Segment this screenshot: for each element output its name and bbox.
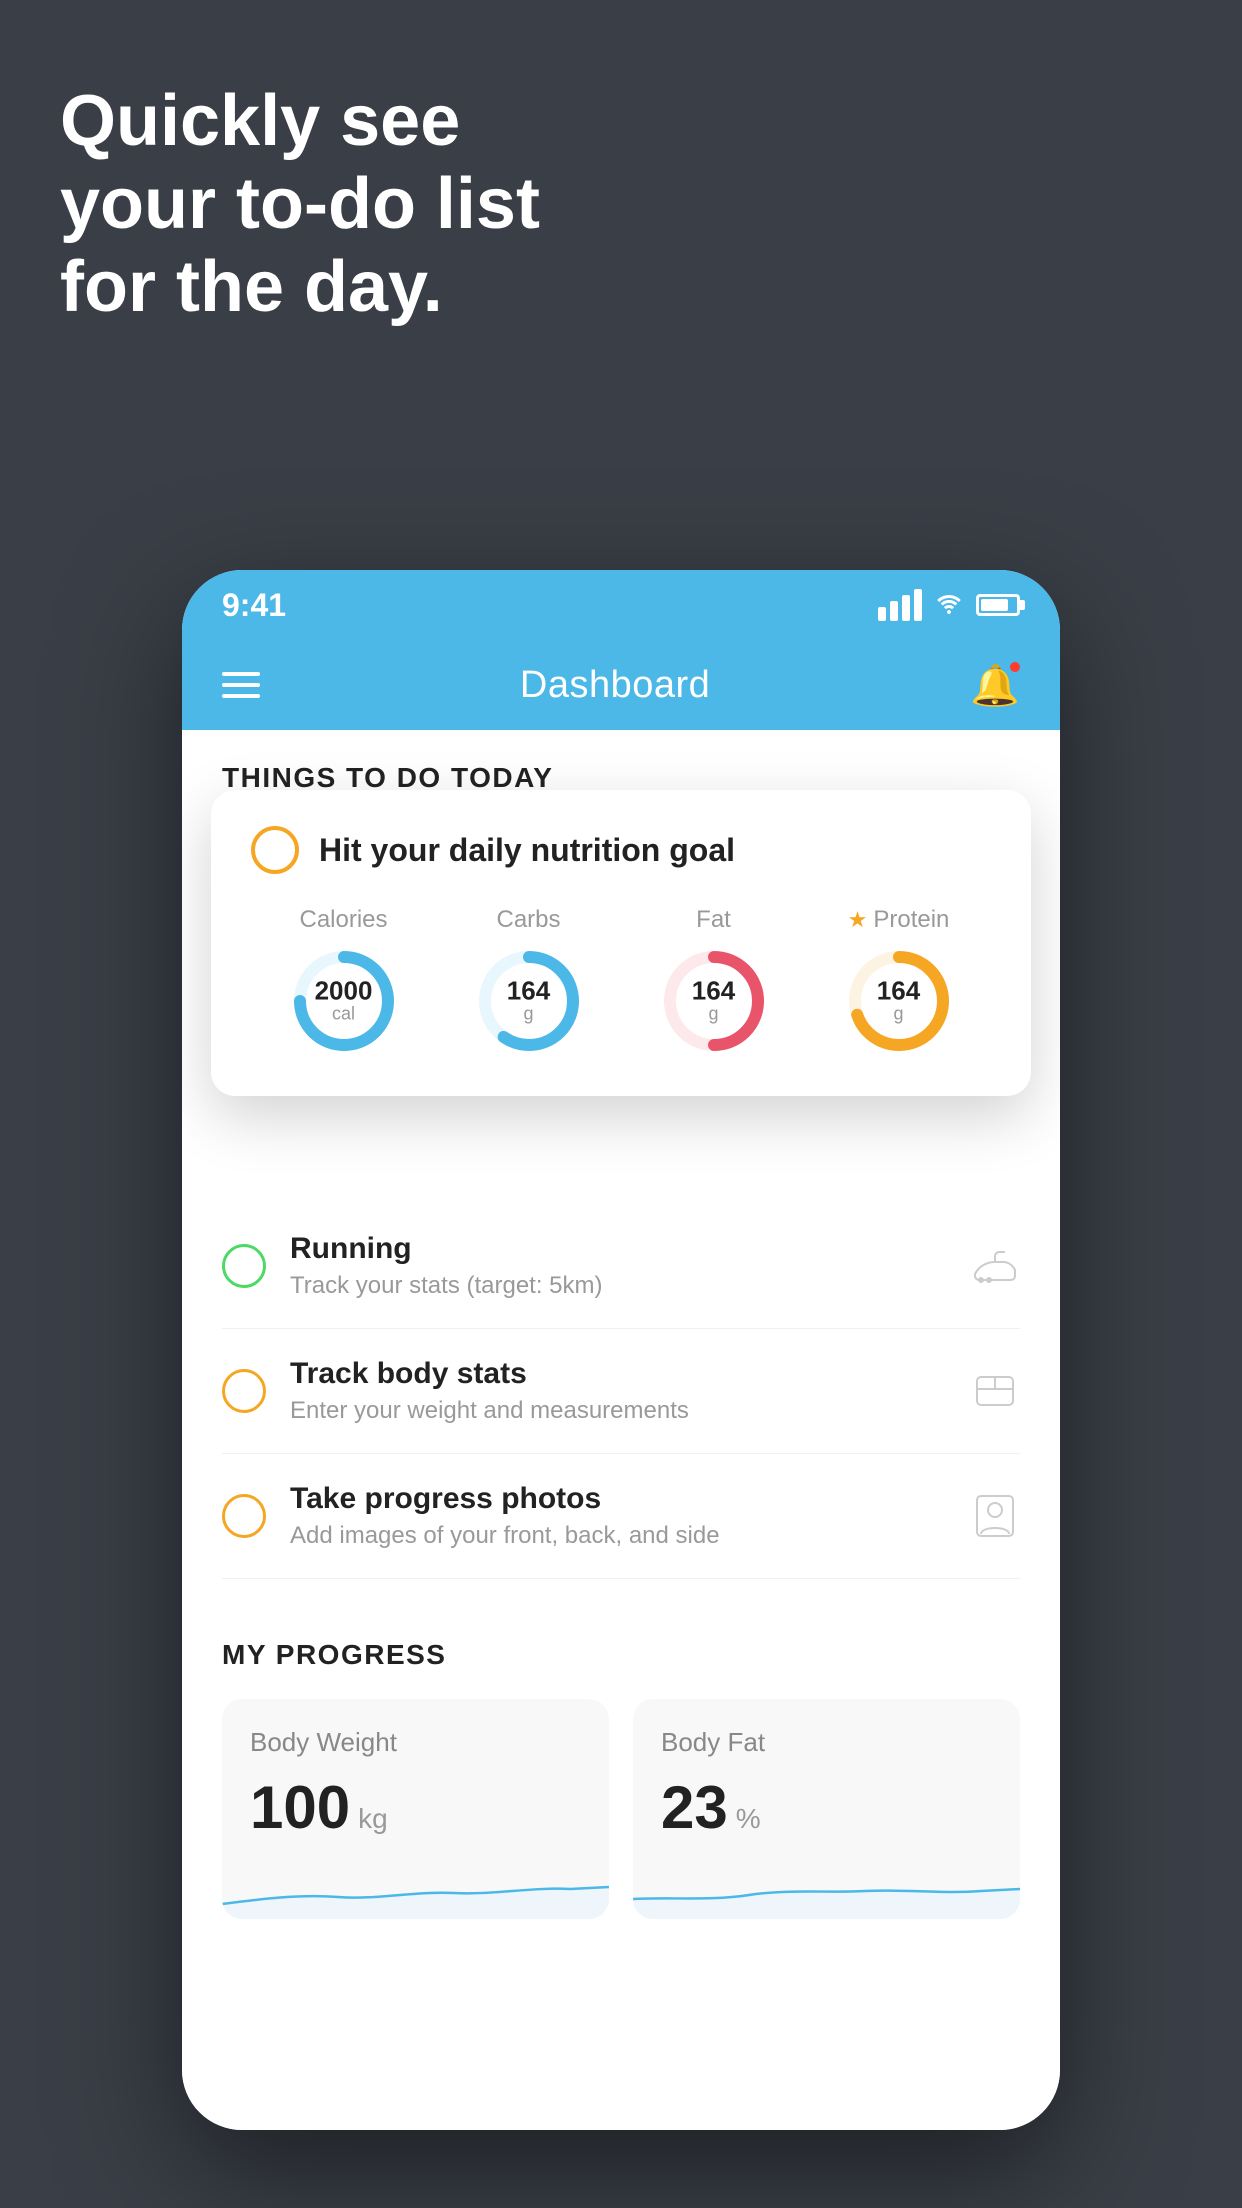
wifi-icon — [934, 590, 964, 621]
progress-section: MY PROGRESS Body Weight 100 kg — [182, 1579, 1060, 1919]
todo-subtitle-photos: Add images of your front, back, and side — [290, 1522, 946, 1550]
todo-title-running: Running — [290, 1232, 946, 1266]
phone-shell: 9:41 Dashboard 🔔 — [182, 570, 1060, 2130]
status-icons — [878, 589, 1020, 621]
todo-text-running: Running Track your stats (target: 5km) — [290, 1232, 946, 1300]
todo-circle-running — [222, 1244, 266, 1288]
body-fat-unit: % — [736, 1803, 761, 1835]
todo-circle-body-stats — [222, 1369, 266, 1413]
hamburger-menu[interactable] — [222, 672, 260, 698]
nutrition-card: Hit your daily nutrition goal Calories 2… — [211, 790, 1031, 1096]
todo-circle-photos — [222, 1494, 266, 1538]
bell-icon[interactable]: 🔔 — [970, 662, 1020, 709]
scale-icon — [970, 1366, 1020, 1416]
body-fat-value: 23 — [661, 1778, 728, 1838]
fat-label: Fat — [696, 906, 731, 934]
todo-body-stats[interactable]: Track body stats Enter your weight and m… — [222, 1329, 1020, 1454]
battery-icon — [976, 594, 1020, 616]
calories-value: 2000 cal — [315, 978, 373, 1025]
todo-text-photos: Take progress photos Add images of your … — [290, 1482, 946, 1550]
protein-value: 164 g — [877, 978, 920, 1025]
protein-donut: 164 g — [844, 946, 954, 1056]
todo-progress-photos[interactable]: Take progress photos Add images of your … — [222, 1454, 1020, 1579]
shoe-icon — [970, 1241, 1020, 1291]
todo-list: Running Track your stats (target: 5km) — [182, 1204, 1060, 1579]
header-title: Dashboard — [520, 664, 710, 707]
nutrition-calories: Calories 2000 cal — [289, 906, 399, 1056]
body-weight-card: Body Weight 100 kg — [222, 1699, 609, 1919]
person-icon — [970, 1491, 1020, 1541]
body-weight-value: 100 — [250, 1778, 350, 1838]
body-fat-value-row: 23 % — [661, 1778, 992, 1838]
status-time: 9:41 — [222, 587, 286, 624]
todo-running[interactable]: Running Track your stats (target: 5km) — [222, 1204, 1020, 1329]
body-weight-unit: kg — [358, 1803, 388, 1835]
carbs-label: Carbs — [496, 906, 560, 934]
calories-donut: 2000 cal — [289, 946, 399, 1056]
progress-cards: Body Weight 100 kg Body Fat — [222, 1699, 1020, 1919]
fat-donut: 164 g — [659, 946, 769, 1056]
nutrition-protein: ★ Protein 164 g — [844, 906, 954, 1056]
carbs-value: 164 g — [507, 978, 550, 1025]
body-fat-chart — [633, 1849, 1020, 1919]
todo-text-body-stats: Track body stats Enter your weight and m… — [290, 1357, 946, 1425]
todo-title-body-stats: Track body stats — [290, 1357, 946, 1391]
nutrition-carbs: Carbs 164 g — [474, 906, 584, 1056]
app-header: Dashboard 🔔 — [182, 640, 1060, 730]
card-title-row: Hit your daily nutrition goal — [251, 826, 991, 874]
todo-subtitle-body-stats: Enter your weight and measurements — [290, 1397, 946, 1425]
card-title: Hit your daily nutrition goal — [319, 832, 735, 869]
todo-subtitle-running: Track your stats (target: 5km) — [290, 1272, 946, 1300]
body-weight-title: Body Weight — [250, 1727, 581, 1758]
signal-icon — [878, 589, 922, 621]
notification-dot — [1008, 660, 1022, 674]
progress-heading: MY PROGRESS — [222, 1639, 1020, 1671]
fat-value: 164 g — [692, 978, 735, 1025]
headline: Quickly see your to-do list for the day. — [60, 80, 540, 328]
body-fat-card: Body Fat 23 % — [633, 1699, 1020, 1919]
nutrition-fat: Fat 164 g — [659, 906, 769, 1056]
phone-content: THINGS TO DO TODAY Hit your daily nutrit… — [182, 730, 1060, 2130]
body-fat-title: Body Fat — [661, 1727, 992, 1758]
card-circle-check — [251, 826, 299, 874]
body-weight-value-row: 100 kg — [250, 1778, 581, 1838]
todo-title-photos: Take progress photos — [290, 1482, 946, 1516]
status-bar: 9:41 — [182, 570, 1060, 640]
nutrition-row: Calories 2000 cal Carbs — [251, 906, 991, 1056]
body-weight-chart — [222, 1849, 609, 1919]
protein-label: ★ Protein — [848, 906, 950, 934]
calories-label: Calories — [299, 906, 387, 934]
carbs-donut: 164 g — [474, 946, 584, 1056]
star-icon: ★ — [848, 907, 868, 933]
